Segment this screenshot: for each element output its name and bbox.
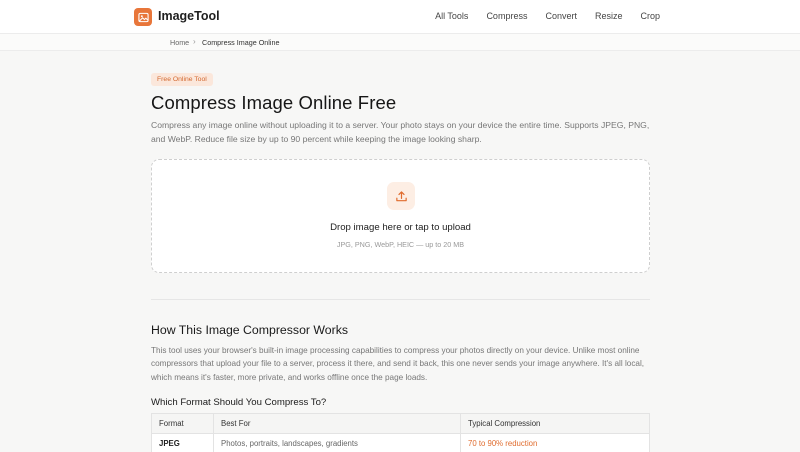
nav-resize[interactable]: Resize: [595, 11, 623, 21]
table-row: JPEG Photos, portraits, landscapes, grad…: [152, 434, 649, 452]
col-compression: Typical Compression: [468, 419, 541, 428]
cell-format: JPEG: [152, 434, 214, 452]
page-title: Compress Image Online Free: [151, 92, 397, 113]
cell-compression: 70 to 90% reduction: [468, 439, 538, 448]
breadcrumb-separator: ›: [193, 37, 196, 46]
main-nav: All Tools Compress Convert Resize Crop: [417, 11, 660, 21]
how-heading: How This Image Compressor Works: [151, 323, 349, 337]
breadcrumb: Home › Compress Image Online: [0, 34, 800, 51]
breadcrumb-home[interactable]: Home: [170, 38, 189, 47]
format-table: Format Best For Typical Compression JPEG…: [151, 413, 650, 452]
cell-best-for: Photos, portraits, landscapes, gradients: [214, 434, 461, 452]
how-body: This tool uses your browser's built-in i…: [151, 346, 645, 382]
nav-crop[interactable]: Crop: [640, 11, 660, 21]
upload-dropzone[interactable]: Drop image here or tap to upload JPG, PN…: [151, 159, 650, 273]
nav-all-tools[interactable]: All Tools: [435, 11, 468, 21]
table-header-row: Format Best For Typical Compression: [152, 414, 649, 434]
intro-text: Compress any image online without upload…: [151, 120, 650, 144]
upload-title: Drop image here or tap to upload: [330, 222, 471, 233]
top-header: ImageTool All Tools Compress Convert Res…: [0, 0, 800, 34]
nav-compress[interactable]: Compress: [486, 11, 527, 21]
breadcrumb-current: Compress Image Online: [202, 38, 280, 47]
nav-convert[interactable]: Convert: [545, 11, 577, 21]
free-tool-badge: Free Online Tool: [151, 73, 213, 86]
brand-name[interactable]: ImageTool: [158, 9, 220, 23]
upload-formats: JPG, PNG, WebP, HEIC — up to 20 MB: [336, 240, 465, 249]
col-best-for: Best For: [214, 414, 461, 433]
logo-icon[interactable]: [134, 8, 152, 26]
col-format: Format: [152, 414, 214, 433]
upload-icon: [387, 182, 415, 210]
format-heading: Which Format Should You Compress To?: [151, 397, 327, 408]
section-divider: [151, 299, 650, 300]
